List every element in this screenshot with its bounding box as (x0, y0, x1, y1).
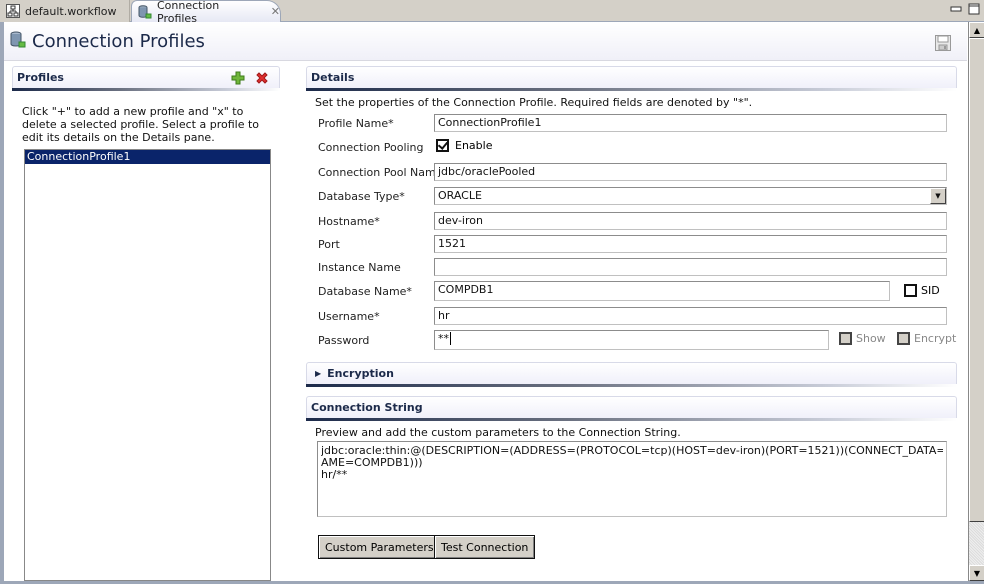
text-cursor (450, 332, 451, 345)
profiles-section: Profiles (12, 66, 280, 91)
connection-string-title: Connection String (311, 401, 423, 414)
checkbox-disabled-icon (897, 332, 910, 345)
database-type-value: ORACLE (438, 189, 482, 202)
close-tab-icon[interactable]: ✕ (271, 5, 280, 18)
page-header: Connection Profiles (4, 22, 967, 61)
profile-name-input[interactable]: ConnectionProfile1 (434, 114, 947, 132)
database-type-select[interactable]: ORACLE ▼ (434, 187, 947, 205)
profiles-header: Profiles (12, 66, 280, 88)
password-input[interactable]: ** (434, 330, 829, 350)
delete-profile-icon[interactable] (255, 71, 269, 88)
instance-name-label: Instance Name (318, 261, 401, 274)
connection-profiles-editor: Connection Profiles Profiles Click "+" t… (0, 22, 984, 584)
connection-string-section: Connection String (306, 396, 957, 421)
checkbox-disabled-icon (839, 332, 852, 345)
encryption-divider (306, 384, 957, 387)
tab-label: default.workflow (25, 4, 117, 18)
workflow-icon (6, 4, 20, 18)
test-connection-button[interactable]: Test Connection (434, 535, 536, 559)
encryption-title: Encryption (327, 367, 394, 380)
scroll-down-icon[interactable]: ▼ (969, 565, 984, 581)
editor-tab-bar: default.workflow Connection Profiles ✕ (0, 0, 984, 25)
instance-name-input[interactable] (434, 258, 947, 276)
connection-pooling-label: Connection Pooling (318, 141, 424, 154)
expand-arrow-icon[interactable]: ▶ (315, 369, 321, 378)
scroll-up-icon[interactable]: ▲ (969, 22, 984, 38)
sid-label: SID (921, 284, 940, 297)
profile-name-label: Profile Name* (318, 117, 394, 130)
details-description: Set the properties of the Connection Pro… (315, 96, 753, 109)
connection-string-line: AME=COMPDB1))) (321, 456, 423, 469)
minimize-icon[interactable] (950, 3, 962, 15)
show-label: Show (856, 332, 886, 345)
database-type-label: Database Type* (318, 190, 405, 203)
tab-default-workflow[interactable]: default.workflow (0, 0, 130, 22)
hostname-input[interactable]: dev-iron (434, 212, 947, 230)
save-icon[interactable] (935, 35, 951, 51)
connection-string-textarea[interactable]: jdbc:oracle:thin:@(DESCRIPTION=(ADDRESS=… (317, 441, 947, 517)
vertical-scrollbar[interactable]: ▲ ▼ (968, 22, 984, 581)
connection-string-description: Preview and add the custom parameters to… (315, 426, 681, 439)
hostname-label: Hostname* (318, 215, 380, 228)
port-label: Port (318, 238, 340, 251)
details-header: Details (306, 66, 957, 88)
profiles-list[interactable]: ConnectionProfile1 (24, 149, 271, 581)
pool-name-label: Connection Pool Name (318, 166, 443, 179)
password-label: Password (318, 334, 370, 347)
add-profile-icon[interactable] (231, 71, 245, 88)
checkbox-checked-icon (436, 139, 449, 152)
details-title: Details (311, 71, 355, 84)
sid-checkbox[interactable]: SID (904, 284, 940, 297)
connection-string-divider (306, 418, 957, 421)
password-value: ** (438, 332, 449, 345)
port-input[interactable]: 1521 (434, 235, 947, 253)
username-input[interactable]: hr (434, 307, 947, 325)
profiles-divider (12, 88, 280, 91)
encrypt-label: Encrypt (914, 332, 957, 345)
maximize-icon[interactable] (968, 3, 980, 15)
chevron-down-icon[interactable]: ▼ (930, 188, 946, 204)
page-title: Connection Profiles (32, 30, 205, 52)
database-name-input[interactable]: COMPDB1 (434, 281, 890, 301)
database-name-label: Database Name* (318, 285, 412, 298)
database-icon (138, 4, 152, 19)
username-label: Username* (318, 310, 380, 323)
connection-string-header: Connection String (306, 396, 957, 418)
encrypt-password-checkbox[interactable]: Encrypt (897, 332, 956, 345)
details-divider (306, 88, 957, 91)
scrollbar-thumb[interactable] (969, 38, 984, 522)
connection-string-line: hr/** (321, 468, 348, 481)
show-password-checkbox[interactable]: Show (839, 332, 886, 345)
tab-connection-profiles[interactable]: Connection Profiles ✕ (131, 0, 281, 25)
encryption-section[interactable]: ▶ Encryption (306, 362, 957, 387)
tab-label: Connection Profiles (157, 0, 220, 25)
details-section: Details (306, 66, 957, 91)
enable-label: Enable (455, 139, 493, 152)
profile-list-item[interactable]: ConnectionProfile1 (25, 150, 270, 164)
pool-name-input[interactable]: jdbc/oraclePooled (434, 163, 947, 181)
profiles-title: Profiles (17, 71, 64, 84)
profiles-description: Click "+" to add a new profile and "x" t… (22, 105, 260, 144)
checkbox-unchecked-icon (904, 284, 917, 297)
encryption-header[interactable]: ▶ Encryption (306, 362, 957, 384)
connection-pooling-checkbox[interactable]: Enable (436, 139, 492, 152)
database-icon (10, 31, 26, 52)
custom-parameters-button[interactable]: Custom Parameters (318, 535, 441, 559)
